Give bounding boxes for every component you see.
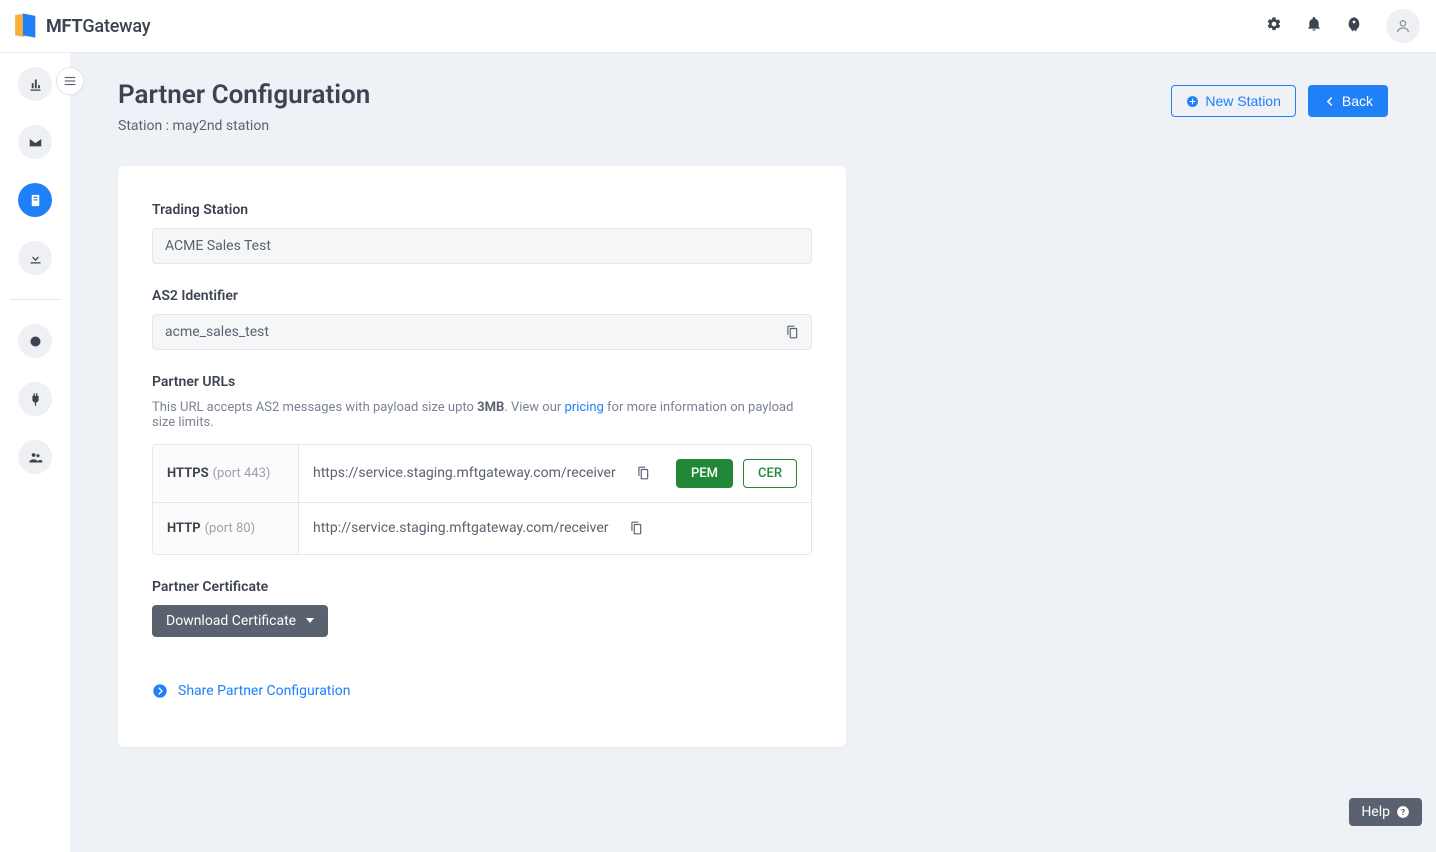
pem-button[interactable]: PEM bbox=[676, 459, 733, 488]
trading-station-label: Trading Station bbox=[152, 202, 812, 218]
question-circle-icon: ? bbox=[1396, 805, 1410, 819]
download-icon bbox=[28, 251, 43, 266]
sidebar-toggle-button[interactable] bbox=[56, 67, 84, 95]
top-navbar: MFTGateway bbox=[0, 0, 1436, 53]
user-avatar-button[interactable] bbox=[1386, 9, 1420, 43]
plug-icon bbox=[28, 392, 43, 407]
new-station-label: New Station bbox=[1205, 92, 1280, 110]
badge-icon bbox=[28, 334, 43, 349]
users-icon bbox=[28, 450, 43, 465]
new-station-button[interactable]: New Station bbox=[1171, 85, 1295, 117]
sidebar-item-stations[interactable] bbox=[18, 183, 52, 217]
menu-icon bbox=[63, 74, 77, 88]
partner-urls-table: HTTPS (port 443) https://service.staging… bbox=[152, 444, 812, 555]
sidebar bbox=[0, 53, 70, 852]
proto-http: HTTP bbox=[167, 521, 201, 536]
chevron-down-icon bbox=[306, 618, 314, 623]
partner-urls-label: Partner URLs bbox=[152, 374, 812, 390]
copy-icon[interactable] bbox=[636, 466, 650, 480]
page-subtitle: Station : may2nd station bbox=[118, 118, 370, 134]
svg-text:?: ? bbox=[1401, 807, 1405, 817]
table-row: HTTP (port 80) http://service.staging.mf… bbox=[153, 502, 811, 554]
logo[interactable]: MFTGateway bbox=[12, 12, 150, 40]
trading-station-value: ACME Sales Test bbox=[165, 238, 271, 254]
help-button[interactable]: Help ? bbox=[1349, 798, 1422, 826]
back-button[interactable]: Back bbox=[1308, 85, 1388, 117]
download-certificate-button[interactable]: Download Certificate bbox=[152, 605, 328, 637]
partner-urls-help: This URL accepts AS2 messages with paylo… bbox=[152, 400, 812, 430]
logo-icon bbox=[12, 12, 40, 40]
sidebar-item-download[interactable] bbox=[18, 241, 52, 275]
page-title: Partner Configuration bbox=[118, 79, 370, 112]
cer-button[interactable]: CER bbox=[743, 459, 797, 488]
plus-circle-icon bbox=[1186, 95, 1199, 108]
copy-icon[interactable] bbox=[785, 325, 799, 339]
as2-identifier-value: acme_sales_test bbox=[165, 324, 269, 340]
pricing-link[interactable]: pricing bbox=[565, 400, 604, 415]
proto-https: HTTPS bbox=[167, 466, 209, 481]
bell-icon[interactable] bbox=[1306, 16, 1322, 36]
sidebar-divider bbox=[10, 299, 60, 300]
sidebar-item-integrations[interactable] bbox=[18, 382, 52, 416]
copy-icon[interactable] bbox=[629, 521, 643, 535]
envelope-icon bbox=[28, 135, 43, 150]
download-certificate-label: Download Certificate bbox=[166, 613, 296, 629]
port-80: (port 80) bbox=[205, 521, 256, 536]
as2-identifier-field: acme_sales_test bbox=[152, 314, 812, 350]
partner-certificate-label: Partner Certificate bbox=[152, 579, 812, 595]
table-row: HTTPS (port 443) https://service.staging… bbox=[153, 445, 811, 502]
share-partner-config-link[interactable]: Share Partner Configuration bbox=[152, 683, 351, 699]
sidebar-item-messages[interactable] bbox=[18, 125, 52, 159]
share-partner-label: Share Partner Configuration bbox=[178, 683, 351, 699]
http-url: http://service.staging.mftgateway.com/re… bbox=[313, 520, 609, 536]
rocket-icon[interactable] bbox=[1346, 16, 1362, 36]
chevron-left-icon bbox=[1323, 95, 1336, 108]
sidebar-item-users[interactable] bbox=[18, 440, 52, 474]
as2-identifier-label: AS2 Identifier bbox=[152, 288, 812, 304]
main-content: Partner Configuration Station : may2nd s… bbox=[70, 53, 1436, 852]
trading-station-field: ACME Sales Test bbox=[152, 228, 812, 264]
chart-icon bbox=[28, 77, 43, 92]
sidebar-item-certificates[interactable] bbox=[18, 324, 52, 358]
logo-text: MFTGateway bbox=[46, 16, 150, 37]
server-icon bbox=[28, 193, 43, 208]
help-label: Help bbox=[1361, 804, 1390, 820]
https-url: https://service.staging.mftgateway.com/r… bbox=[313, 465, 616, 481]
sidebar-item-dashboard[interactable] bbox=[18, 67, 52, 101]
chevron-circle-right-icon bbox=[152, 683, 168, 699]
partner-config-card: Trading Station ACME Sales Test AS2 Iden… bbox=[118, 166, 846, 747]
port-443: (port 443) bbox=[213, 466, 271, 481]
back-label: Back bbox=[1342, 92, 1373, 110]
gear-icon[interactable] bbox=[1266, 16, 1282, 36]
